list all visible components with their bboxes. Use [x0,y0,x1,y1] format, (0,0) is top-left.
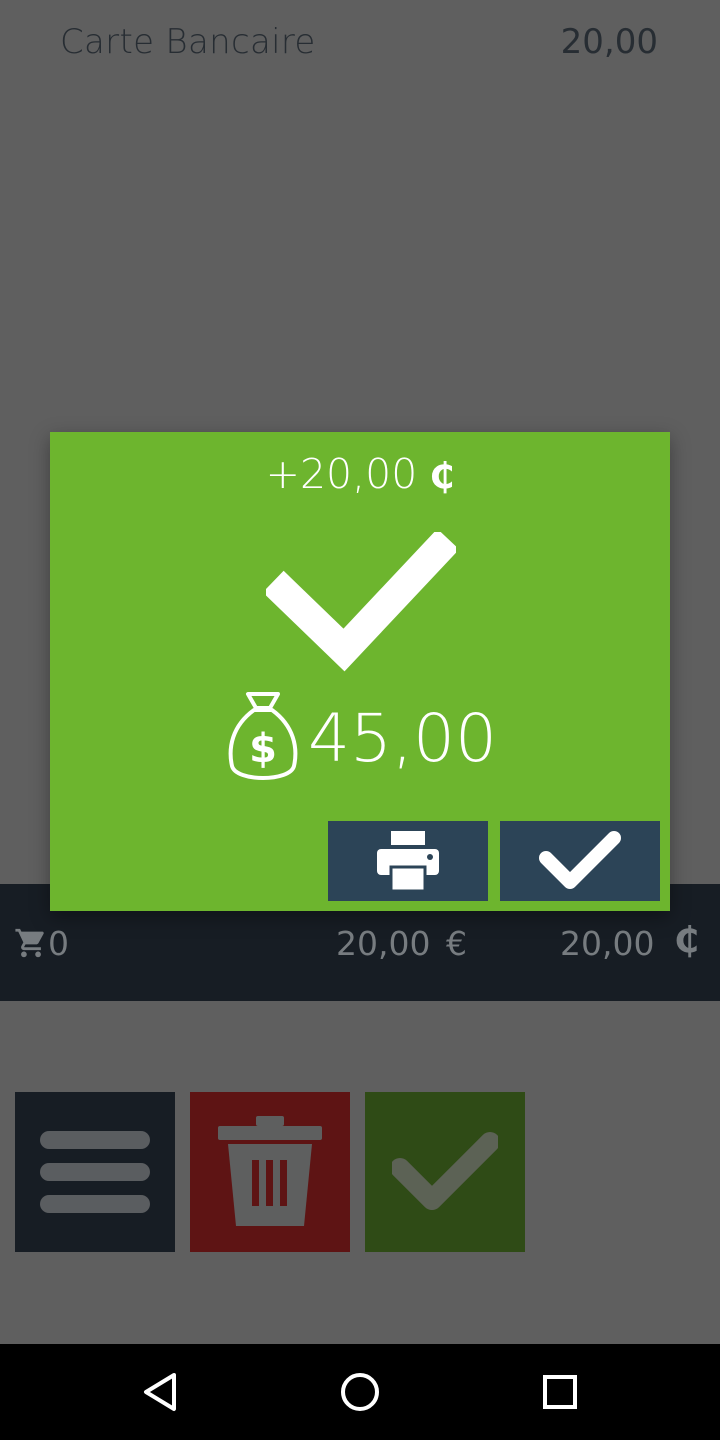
payment-success-dialog: +20,00 ₵ $ 45,00 [50,432,670,911]
confirm-button[interactable] [500,821,660,901]
recents-icon [543,1375,577,1409]
menu-button[interactable] [15,1092,175,1252]
cart-count: 0 [48,924,69,963]
payment-method-label: Carte Bancaire [60,22,316,62]
validate-button[interactable] [365,1092,525,1252]
nav-back-button[interactable] [136,1368,184,1416]
payment-amount: 20,00 [560,22,658,62]
currency-symbol: ₵ [674,920,700,961]
hamburger-icon [40,1131,150,1213]
total-currency: 20,00 [560,924,655,963]
system-nav-bar [0,1344,720,1440]
payment-line[interactable]: Carte Bancaire 20,00 [0,0,720,86]
svg-text:$: $ [249,726,277,772]
print-button[interactable] [328,821,488,901]
success-check-icon [266,532,456,672]
back-icon [144,1373,176,1411]
printer-icon [377,831,439,891]
money-bag-icon: $ [228,692,298,780]
amount-added: +20,00 ₵ [50,450,670,498]
balance-value: 45,00 [308,700,497,777]
total-eur: 20,00 [336,924,431,963]
delete-button[interactable] [190,1092,350,1252]
check-icon [392,1132,498,1210]
home-icon [341,1373,379,1411]
trash-icon [218,1116,322,1226]
amount-added-value: +20,00 [265,450,418,498]
nav-home-button[interactable] [336,1368,384,1416]
check-icon [539,831,621,889]
eur-symbol: € [446,924,467,963]
amount-added-currency: ₵ [429,456,455,497]
nav-recents-button[interactable] [536,1368,584,1416]
cart-icon [14,926,48,960]
